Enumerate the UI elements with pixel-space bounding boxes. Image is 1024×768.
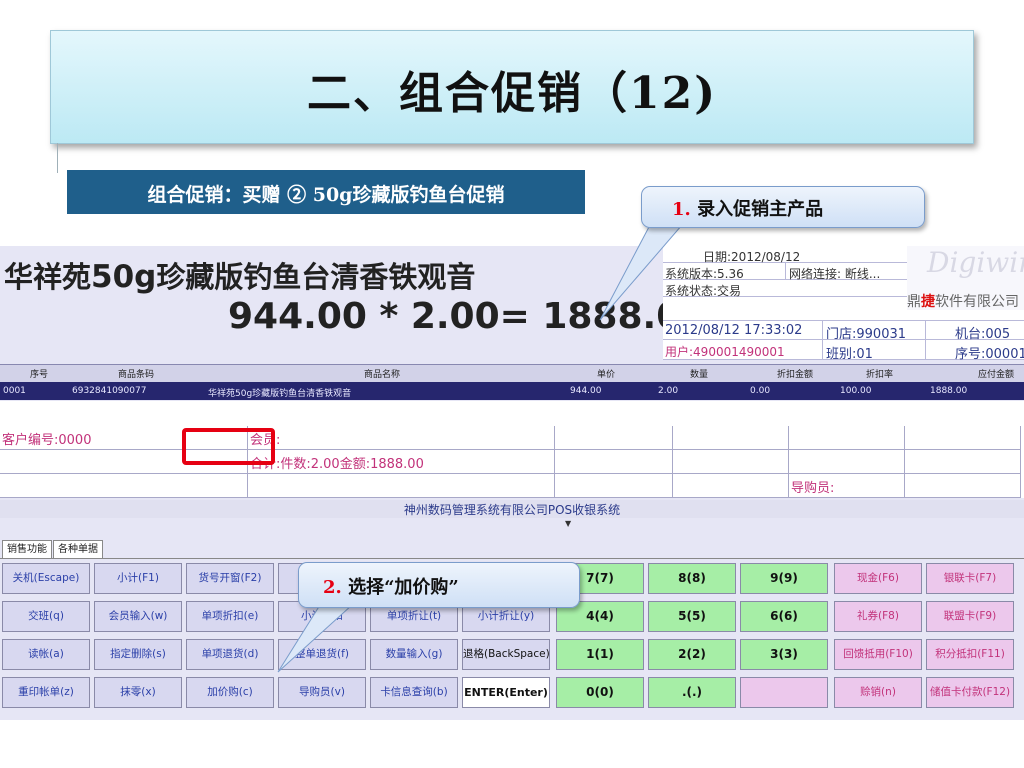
callout-2-number: 2. [323, 577, 342, 598]
callout-1-text: 录入促销主产品 [697, 199, 824, 220]
callout-1-number: 1. [672, 199, 691, 220]
callout-2-text: 选择“加价购” [348, 577, 459, 598]
callout-pointers [277, 224, 684, 673]
callout-step-2: 2. 选择“加价购” [298, 562, 580, 608]
callout-step-1: 1. 录入促销主产品 [641, 186, 925, 228]
